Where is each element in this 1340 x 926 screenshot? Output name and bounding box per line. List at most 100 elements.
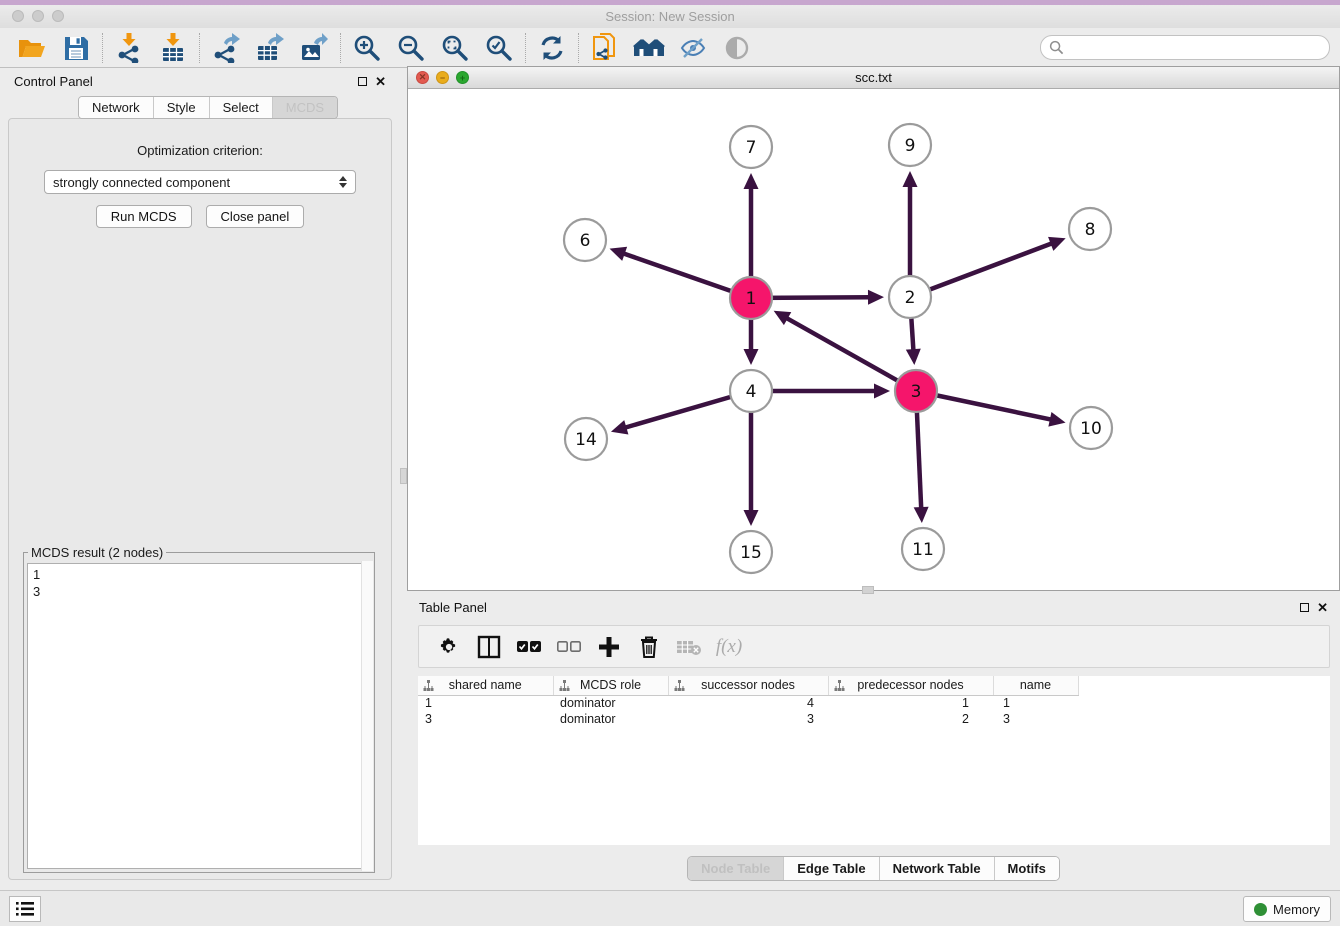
node-table[interactable]: shared nameMCDS rolesuccessor nodesprede… <box>418 676 1330 845</box>
column-header-shared-name[interactable]: shared name <box>418 676 553 695</box>
export-network-icon[interactable] <box>204 30 248 66</box>
table-cell[interactable]: 1 <box>418 695 553 711</box>
table-row[interactable]: 1dominator411 <box>418 695 1330 711</box>
splitter-handle[interactable] <box>400 468 407 484</box>
tab-node-table[interactable]: Node Table <box>688 857 783 880</box>
graph-edge-arrowhead <box>874 384 890 399</box>
network-canvas[interactable]: 7968124314101511 <box>408 89 1339 590</box>
graph-edge-arrowhead <box>611 420 628 434</box>
node-table-header-row: shared nameMCDS rolesuccessor nodesprede… <box>418 676 1330 695</box>
graph-edge-arrowhead <box>744 349 759 365</box>
tab-select[interactable]: Select <box>209 97 272 118</box>
table-cell[interactable]: 3 <box>993 711 1078 727</box>
tab-edge-table[interactable]: Edge Table <box>783 857 878 880</box>
export-image-icon[interactable] <box>292 30 336 66</box>
network-minimize-icon[interactable]: − <box>436 71 449 84</box>
import-table-icon[interactable] <box>151 30 195 66</box>
close-panel-icon[interactable]: ✕ <box>375 75 386 88</box>
mcds-result-title: MCDS result (2 nodes) <box>28 545 166 560</box>
column-header-predecessor-nodes[interactable]: predecessor nodes <box>828 676 993 695</box>
main-toolbar <box>0 28 1340 68</box>
zoom-out-icon[interactable] <box>389 30 433 66</box>
column-header-successor-nodes[interactable]: successor nodes <box>668 676 828 695</box>
run-mcds-button[interactable]: Run MCDS <box>96 205 192 228</box>
tab-motifs[interactable]: Motifs <box>994 857 1059 880</box>
save-session-icon[interactable] <box>54 30 98 66</box>
export-table-icon[interactable] <box>248 30 292 66</box>
column-header-MCDS-role[interactable]: MCDS role <box>553 676 668 695</box>
memory-button[interactable]: Memory <box>1243 896 1331 922</box>
zoom-selected-icon[interactable] <box>477 30 521 66</box>
table-cell[interactable]: 3 <box>418 711 553 727</box>
table-cell[interactable]: 2 <box>828 711 993 727</box>
list-icon <box>16 902 34 916</box>
search-input[interactable] <box>1069 40 1321 55</box>
network-window-titlebar[interactable]: ✕ − + scc.txt <box>408 67 1339 89</box>
float-panel-icon[interactable] <box>358 77 367 86</box>
window-controls[interactable] <box>12 10 64 22</box>
tab-mcds[interactable]: MCDS <box>272 97 337 118</box>
toolbar-separator <box>199 33 200 63</box>
graph-node-label: 14 <box>575 430 597 450</box>
column-layout-icon[interactable] <box>471 630 507 664</box>
task-history-button[interactable] <box>9 896 41 922</box>
search-box[interactable] <box>1040 35 1330 60</box>
toolbar-separator <box>340 33 341 63</box>
vertical-splitter[interactable] <box>400 68 407 890</box>
delete-column-icon[interactable] <box>631 630 667 664</box>
table-row[interactable]: 3dominator323 <box>418 711 1330 727</box>
mcds-result-text[interactable]: 1 3 <box>27 563 371 869</box>
control-panel-title: Control Panel <box>14 74 93 89</box>
column-header-filler <box>1078 676 1330 695</box>
open-session-icon[interactable] <box>10 30 54 66</box>
network-window: ✕ − + scc.txt 7968124314101511 <box>407 66 1340 591</box>
table-cell[interactable]: 4 <box>668 695 828 711</box>
gear-icon[interactable] <box>431 630 467 664</box>
app-titlebar: Session: New Session <box>0 5 1340 28</box>
float-table-panel-icon[interactable] <box>1300 603 1309 612</box>
new-network-icon[interactable] <box>583 30 627 66</box>
deselect-all-icon[interactable] <box>551 630 587 664</box>
window-close-button[interactable] <box>12 10 24 22</box>
table-cell[interactable]: 1 <box>828 695 993 711</box>
network-maximize-icon[interactable]: + <box>456 71 469 84</box>
window-minimize-button[interactable] <box>32 10 44 22</box>
node-table-body: 1dominator4113dominator323 <box>418 695 1330 727</box>
tab-style[interactable]: Style <box>153 97 209 118</box>
table-cell[interactable]: 3 <box>668 711 828 727</box>
graph-node-label: 11 <box>912 540 934 560</box>
graph-edge-arrowhead <box>868 290 884 305</box>
graph-edge-arrowhead <box>744 510 759 526</box>
window-zoom-button[interactable] <box>52 10 64 22</box>
tab-network[interactable]: Network <box>79 97 153 118</box>
horizontal-splitter-handle[interactable] <box>862 586 874 594</box>
graph-node-label: 7 <box>746 138 757 158</box>
graph-edge[interactable] <box>785 317 916 391</box>
zoom-in-icon[interactable] <box>345 30 389 66</box>
home-icon[interactable] <box>627 30 671 66</box>
close-panel-button[interactable]: Close panel <box>206 205 305 228</box>
control-panel-tabs: Network Style Select MCDS <box>78 96 338 119</box>
graph-edge[interactable] <box>910 243 1054 297</box>
result-scrollbar[interactable] <box>361 561 373 871</box>
tab-network-table[interactable]: Network Table <box>879 857 994 880</box>
table-tabs: Node Table Edge Table Network Table Moti… <box>687 856 1060 881</box>
table-cell[interactable]: 1 <box>993 695 1078 711</box>
table-cell[interactable]: dominator <box>553 711 668 727</box>
network-close-icon[interactable]: ✕ <box>416 71 429 84</box>
zoom-fit-icon[interactable] <box>433 30 477 66</box>
add-column-icon[interactable] <box>591 630 627 664</box>
apply-layout-icon[interactable] <box>530 30 574 66</box>
column-header-name[interactable]: name <box>993 676 1078 695</box>
graph-node-label: 3 <box>911 382 922 402</box>
toolbar-separator <box>525 33 526 63</box>
graph-node-label: 2 <box>905 288 916 308</box>
memory-status-icon <box>1254 903 1267 916</box>
select-all-icon[interactable] <box>511 630 547 664</box>
hide-panels-icon[interactable] <box>671 30 715 66</box>
graph-node-label: 4 <box>746 382 757 402</box>
close-table-panel-icon[interactable]: ✕ <box>1317 601 1328 614</box>
import-network-icon[interactable] <box>107 30 151 66</box>
criterion-dropdown[interactable]: strongly connected component <box>44 170 356 194</box>
table-cell[interactable]: dominator <box>553 695 668 711</box>
